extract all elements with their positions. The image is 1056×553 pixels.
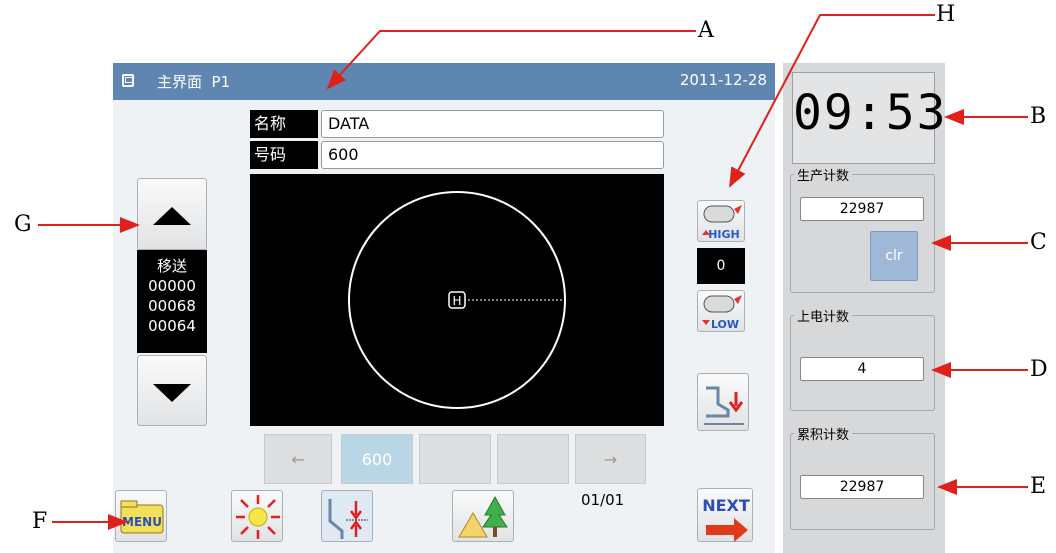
label-a: A: [698, 18, 714, 43]
label-b: B: [1030, 104, 1047, 129]
label-g: G: [14, 212, 32, 237]
callout-arrow-h: [729, 14, 935, 188]
label-c: C: [1030, 230, 1047, 255]
callout-arrows: [38, 14, 1028, 530]
label-d: D: [1030, 357, 1048, 382]
label-e: E: [1030, 474, 1047, 499]
callout-arrow-a: [326, 30, 696, 90]
label-h: H: [936, 2, 956, 27]
label-f: F: [32, 509, 48, 534]
